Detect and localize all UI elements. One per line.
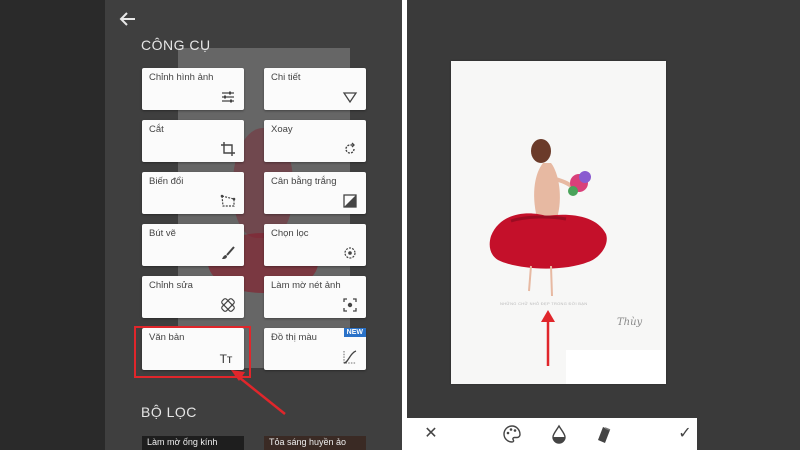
tool-label: Chi tiết	[271, 72, 301, 83]
triangle-down-icon	[342, 92, 358, 104]
white-balance-icon	[343, 194, 357, 208]
tool-label: Chỉnh hình ảnh	[149, 72, 214, 83]
tool-label: Làm mờ nét ảnh	[271, 280, 341, 291]
palette-icon[interactable]	[502, 424, 522, 444]
tool-tile-details[interactable]: Chi tiết	[264, 68, 366, 110]
tool-tile-adjust[interactable]: Chỉnh hình ảnh	[142, 68, 244, 110]
rotate-icon	[345, 142, 355, 154]
tool-tile-selective[interactable]: Chọn lọc	[264, 224, 366, 266]
tool-label: Đồ thị màu	[271, 332, 317, 343]
brush-icon	[222, 246, 235, 259]
healing-icon	[221, 298, 235, 312]
back-arrow-icon[interactable]	[117, 8, 139, 30]
tool-tile-white-balance[interactable]: Cân bằng trắng	[264, 172, 366, 214]
tool-tile-crop[interactable]: Cắt	[142, 120, 244, 162]
photo-caption: NHỮNG CHỮ NHỎ ĐẸP TRONG ĐỜI BẠN	[500, 301, 588, 306]
tool-tile-healing[interactable]: Chỉnh sửa	[142, 276, 244, 318]
photo-signature: Thùy	[617, 317, 643, 328]
filter-label: Tỏa sáng huyền ảo	[269, 437, 347, 447]
tool-label: Biến đổi	[149, 176, 184, 187]
filter-card-lens-blur[interactable]: Làm mờ ống kính	[142, 436, 244, 450]
drop-icon[interactable]	[549, 424, 569, 444]
tools-heading: CÔNG CỤ	[141, 37, 211, 53]
up-arrow-icon	[541, 310, 555, 366]
vignette-icon	[343, 298, 357, 312]
style-icon[interactable]	[594, 424, 614, 444]
tool-label: Xoay	[271, 124, 293, 135]
confirm-icon[interactable]: ✓	[675, 424, 695, 444]
crop-icon	[221, 142, 235, 156]
selective-icon	[344, 247, 356, 259]
tool-tile-rotate[interactable]: Xoay	[264, 120, 366, 162]
tool-label: Chỉnh sửa	[149, 280, 193, 291]
tool-tile-transform[interactable]: Biến đổi	[142, 172, 244, 214]
tool-tile-lens-blur[interactable]: Làm mờ nét ảnh	[264, 276, 366, 318]
photo-preview	[451, 61, 666, 384]
dancer-illustration	[489, 139, 607, 297]
close-icon[interactable]: ✕	[421, 424, 441, 444]
tool-label: Cắt	[149, 124, 164, 135]
filter-label: Làm mờ ống kính	[147, 437, 218, 447]
tool-label: Chọn lọc	[271, 228, 309, 239]
perspective-icon	[220, 194, 236, 207]
photo-white-patch	[566, 350, 666, 384]
tool-tile-brush[interactable]: Bút vẽ	[142, 224, 244, 266]
pointer-arrow-icon	[231, 370, 286, 415]
tool-label: Bút vẽ	[149, 228, 176, 239]
editor-toolbar: ✕ ✓	[407, 418, 697, 450]
sliders-icon	[222, 91, 234, 103]
filter-card-glamour-glow[interactable]: Tỏa sáng huyền ảo	[264, 436, 366, 450]
new-badge: NEW	[343, 328, 366, 337]
filters-heading: BỘ LỌC	[141, 404, 197, 420]
tool-label: Cân bằng trắng	[271, 176, 337, 187]
curves-icon	[343, 350, 357, 364]
